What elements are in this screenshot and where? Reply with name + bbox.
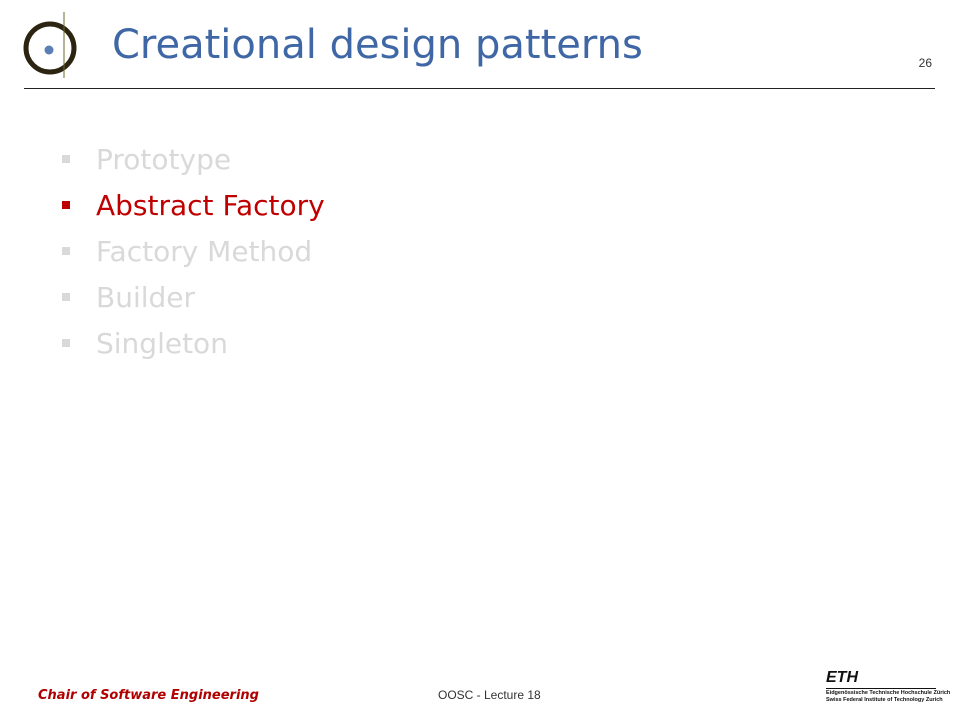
bullet-item-builder: Builder <box>58 276 325 322</box>
slide-title: Creational design patterns <box>112 22 643 68</box>
bullet-item-singleton: Singleton <box>58 322 325 368</box>
eth-mark: ETH <box>826 669 858 686</box>
bullet-label: Singleton <box>96 327 228 360</box>
eth-divider <box>826 688 936 689</box>
square-bullet-icon <box>62 201 70 209</box>
bullet-label: Builder <box>96 281 196 314</box>
bullet-list: Prototype Abstract Factory Factory Metho… <box>58 138 325 368</box>
square-bullet-icon <box>62 247 70 255</box>
slide-number: 26 <box>918 56 932 70</box>
eth-name-german: Eidgenössische Technische Hochschule Zür… <box>826 690 951 696</box>
bullet-label: Factory Method <box>96 235 313 268</box>
square-bullet-icon <box>62 293 70 301</box>
square-bullet-icon <box>62 155 70 163</box>
footer-chair-name: Chair of Software Engineering <box>38 688 259 703</box>
bullet-label: Prototype <box>96 143 232 176</box>
square-bullet-icon <box>62 339 70 347</box>
title-divider <box>24 88 935 89</box>
bullet-item-factory-method: Factory Method <box>58 230 325 276</box>
eth-name-english: Swiss Federal Institute of Technology Zu… <box>826 697 943 703</box>
bullet-item-prototype: Prototype <box>58 138 325 184</box>
footer-lecture: OOSC - Lecture 18 <box>438 688 541 702</box>
eth-logo: ETH Eidgenössische Technische Hochschule… <box>826 669 951 710</box>
bullet-label: Abstract Factory <box>96 189 325 222</box>
chair-logo-icon <box>23 12 77 78</box>
bullet-item-abstract-factory: Abstract Factory <box>58 184 325 230</box>
